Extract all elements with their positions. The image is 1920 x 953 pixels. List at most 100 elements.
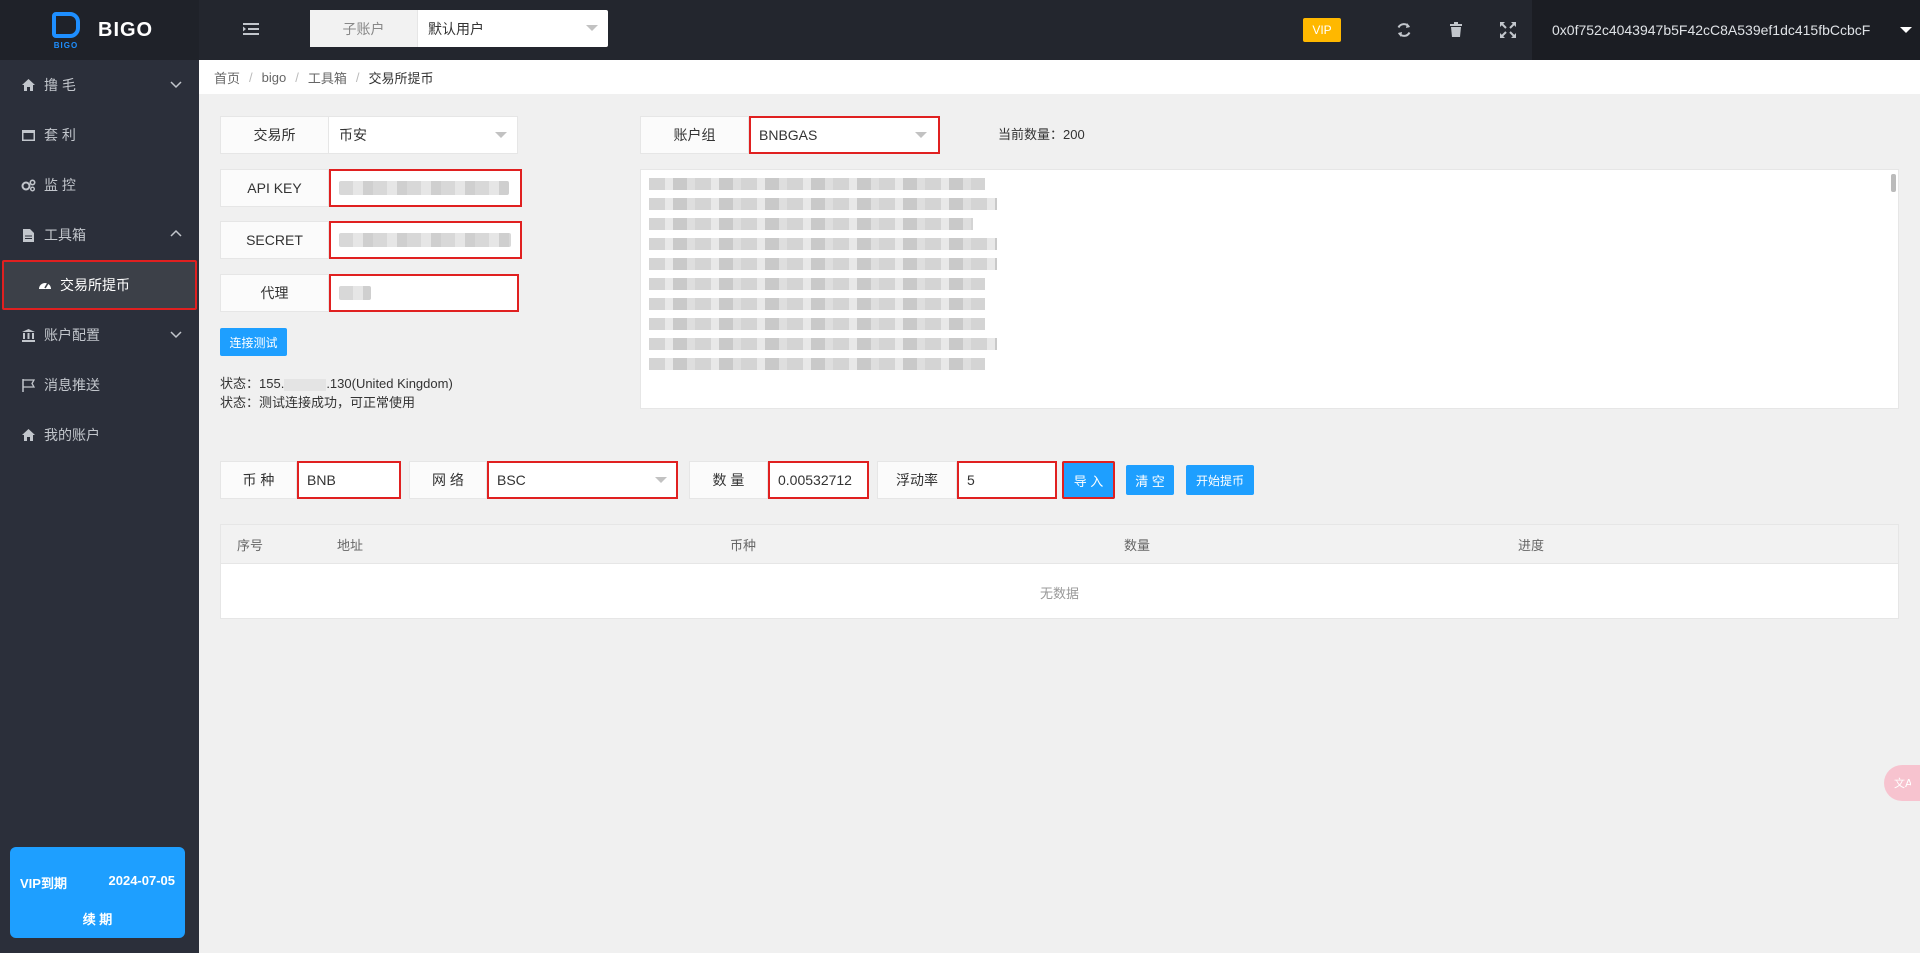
column-header-coin: 币种 [730, 537, 757, 553]
wallet-address-dropdown[interactable]: 0x0f752c4043947b5F42cC8A539ef1dc415fbCcb… [1532, 0, 1920, 60]
exchange-select[interactable]: 币安 [329, 116, 518, 154]
secret-input[interactable] [329, 221, 522, 259]
menu-toggle-icon[interactable] [243, 22, 259, 36]
network-value: BSC [497, 472, 526, 488]
sidebar-item-taoli[interactable]: 套 利 [0, 110, 199, 160]
current-count: 当前数量：200 [998, 127, 1085, 142]
float-rate-input[interactable]: 5 [957, 461, 1057, 499]
sidebar-item-label: 我的账户 [44, 427, 100, 443]
chevron-down-icon [655, 477, 667, 483]
coin-input[interactable]: BNB [297, 461, 401, 499]
logo[interactable]: BIGO BIGO [0, 0, 199, 60]
sidebar-item-jiankong[interactable]: 监 控 [0, 160, 199, 210]
sidebar-item-push[interactable]: 消息推送 [0, 360, 199, 410]
chevron-down-icon [586, 25, 598, 31]
sidebar-item-my-account[interactable]: 我的账户 [0, 410, 199, 460]
table-header: 序号 地址 币种 数量 进度 [221, 525, 1898, 564]
chevron-down-icon [915, 132, 927, 138]
logo-text: BIGO [98, 18, 154, 41]
secret-field: SECRET [220, 221, 522, 259]
renew-button[interactable]: 续 期 [10, 909, 185, 928]
sidebar-item-label: 消息推送 [44, 377, 100, 393]
exchange-label: 交易所 [220, 116, 329, 154]
flag-icon [20, 377, 36, 393]
import-button[interactable]: 导 入 [1062, 461, 1115, 499]
bank-icon [20, 327, 36, 343]
home-icon [20, 427, 36, 443]
account-group-field: 账户组 BNBGAS [640, 116, 940, 154]
coin-value: BNB [307, 472, 336, 488]
amount-label: 数 量 [689, 461, 768, 499]
clear-button[interactable]: 清 空 [1126, 465, 1174, 495]
chevron-down-icon [495, 132, 507, 138]
connection-status: 状态：155. .130(United Kingdom) 状态：测试连接成功，可正… [220, 374, 453, 412]
withdraw-table: 序号 地址 币种 数量 进度 无数据 [220, 524, 1899, 619]
amount-field: 数 量 0.00532712 [689, 461, 869, 499]
column-header-index: 序号 [237, 537, 264, 553]
apikey-label: API KEY [220, 169, 329, 207]
connection-test-button[interactable]: 连接测试 [220, 328, 287, 356]
breadcrumb-bigo[interactable]: bigo [262, 70, 287, 85]
sidebar-subitem-exchange-withdraw[interactable]: 交易所提币 [4, 262, 195, 308]
dashboard-icon [38, 278, 52, 292]
bigo-logo-icon: BIGO [48, 10, 84, 50]
proxy-label: 代理 [220, 274, 329, 312]
proxy-input[interactable] [329, 274, 519, 312]
sub-account-label: 子账户 [310, 10, 418, 47]
fullscreen-icon[interactable] [1499, 21, 1517, 39]
translate-icon[interactable]: 文A [1884, 765, 1920, 801]
apikey-input[interactable] [329, 169, 522, 207]
window-icon [20, 127, 36, 143]
breadcrumb-current: 交易所提币 [368, 70, 434, 86]
account-group-value: BNBGAS [759, 127, 818, 143]
status-line-2: 状态：测试连接成功，可正常使用 [220, 395, 416, 410]
highlight-box: 交易所提币 [2, 260, 197, 310]
network-label: 网 络 [409, 461, 487, 499]
addresses-textarea[interactable] [640, 169, 1899, 409]
vip-badge: VIP [1303, 18, 1341, 42]
secret-label: SECRET [220, 221, 329, 259]
chevron-down-icon [1900, 27, 1912, 33]
vip-expire-date: 2024-07-05 [108, 873, 176, 888]
coin-label: 币 种 [220, 461, 297, 499]
exchange-value: 币安 [339, 127, 367, 143]
vip-expire-label: VIP到期 [20, 876, 67, 891]
sidebar-item-label: 套 利 [44, 127, 76, 143]
breadcrumb-home[interactable]: 首页 [214, 68, 240, 87]
float-rate-label: 浮动率 [877, 461, 957, 499]
breadcrumb-toolbox[interactable]: 工具箱 [308, 68, 347, 87]
trash-icon[interactable] [1447, 21, 1465, 39]
refresh-icon[interactable] [1395, 21, 1413, 39]
account-group-select[interactable]: BNBGAS [749, 116, 940, 154]
sidebar-item-lumao[interactable]: 撸 毛 [0, 60, 199, 110]
masked-ip [284, 378, 327, 391]
sidebar-item-label: 监 控 [44, 177, 76, 193]
chevron-down-icon [170, 81, 182, 89]
sidebar-item-label: 撸 毛 [44, 77, 76, 93]
masked-value [339, 233, 511, 247]
sidebar-item-account-config[interactable]: 账户配置 [0, 310, 199, 360]
sidebar-item-label: 工具箱 [44, 227, 86, 243]
scrollbar[interactable] [1891, 174, 1896, 192]
amount-input[interactable]: 0.00532712 [768, 461, 869, 499]
exchange-field: 交易所 币安 [220, 116, 518, 154]
breadcrumb: 首页 / bigo / 工具箱 / 交易所提币 [199, 60, 1920, 94]
topbar: 子账户 默认用户 VIP 0x0f752c4043947b5F42cC8A539… [199, 0, 1920, 60]
column-header-address: 地址 [337, 537, 364, 553]
column-header-amount: 数量 [1124, 537, 1151, 553]
sidebar-item-label: 账户配置 [44, 327, 100, 343]
network-select[interactable]: BSC [487, 461, 678, 499]
gears-icon [20, 177, 36, 193]
float-rate-field: 浮动率 5 [877, 461, 1057, 499]
account-group-label: 账户组 [640, 116, 749, 154]
status-line-prefix: 状态：155. [220, 376, 285, 391]
vip-card: VIP到期 2024-07-05 续 期 [10, 847, 185, 938]
file-icon [20, 227, 36, 243]
masked-value [339, 181, 509, 195]
proxy-field: 代理 [220, 274, 519, 312]
sidebar-subitem-label: 交易所提币 [60, 277, 130, 293]
sub-account-value: 默认用户 [428, 20, 484, 37]
start-withdraw-button[interactable]: 开始提币 [1186, 465, 1254, 495]
sidebar-item-toolbox[interactable]: 工具箱 [0, 210, 199, 260]
sub-account-select[interactable]: 子账户 默认用户 [310, 10, 608, 47]
